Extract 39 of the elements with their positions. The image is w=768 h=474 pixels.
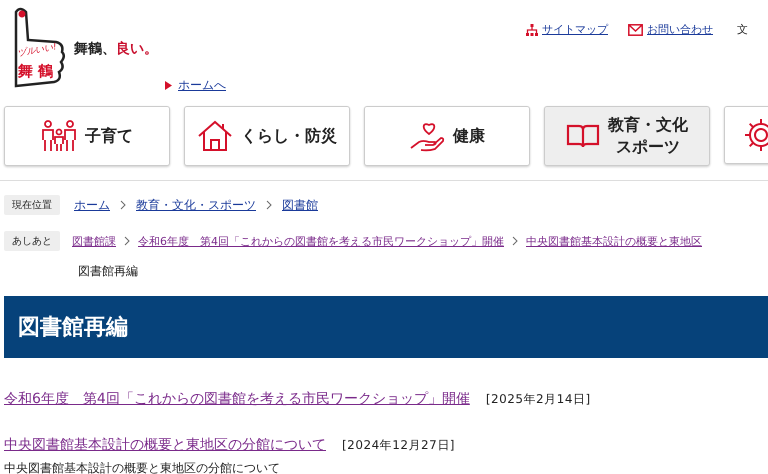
header-link[interactable]: 文	[737, 22, 748, 37]
breadcrumb-link[interactable]: 教育・文化・スポーツ	[136, 196, 256, 214]
site-tagline: 舞鶴、良い。	[74, 40, 158, 58]
header-link[interactable]: お問い合わせ	[647, 22, 713, 37]
nav-label: スポーツ	[616, 136, 680, 158]
history-link[interactable]: 令和6年度 第4回「これからの図書館を考える市民ワークショップ」開催	[138, 234, 504, 248]
chevron-icon	[512, 236, 518, 246]
article-date: [2025年2月14日]	[486, 391, 591, 408]
chevron-icon	[124, 236, 130, 246]
history-link[interactable]: 中央図書館基本設計の概要と東地区	[526, 234, 702, 248]
header-link[interactable]: サイトマップ	[542, 22, 608, 37]
nav-label: 教育・文化	[608, 114, 688, 136]
family-icon	[41, 120, 77, 152]
chevron-icon	[266, 200, 272, 210]
history-label: あしあと	[4, 231, 60, 251]
book-icon	[566, 123, 600, 149]
article-link[interactable]: 令和6年度 第4回「これからの図書館を考える市民ワークショップ」開催	[4, 390, 470, 408]
breadcrumb-label: 現在位置	[4, 195, 60, 215]
nav-tile[interactable]: 子育て	[4, 106, 170, 166]
sitemap-icon	[526, 24, 538, 36]
breadcrumb-link[interactable]: ホーム	[74, 196, 110, 214]
article-date: [2024年12月27日]	[342, 437, 455, 454]
mail-icon	[628, 24, 643, 36]
nav-tile[interactable]: くらし・防災	[184, 106, 350, 166]
nav-label: 健康	[453, 125, 485, 147]
history-link[interactable]: 図書館課	[72, 234, 116, 248]
chevron-icon	[120, 200, 126, 210]
article-link[interactable]: 中央図書館基本設計の概要と東地区の分館について	[4, 436, 326, 454]
nav-tile[interactable]: 健康	[364, 106, 530, 166]
triangle-icon	[165, 81, 172, 90]
history-current: 図書館再編	[78, 263, 139, 280]
nav-tile[interactable]: 教育・文化 スポーツ	[544, 106, 710, 166]
home-link[interactable]: ホームへ	[178, 77, 226, 94]
article-summary: 中央図書館基本設計の概要と東地区の分館について	[4, 460, 281, 474]
page-title: 図書館再編	[4, 296, 768, 358]
nav-label: 子育て	[85, 125, 133, 147]
nav-label: くらし・防災	[241, 125, 337, 147]
house-icon	[197, 120, 233, 152]
breadcrumb-link[interactable]: 図書館	[282, 196, 318, 214]
